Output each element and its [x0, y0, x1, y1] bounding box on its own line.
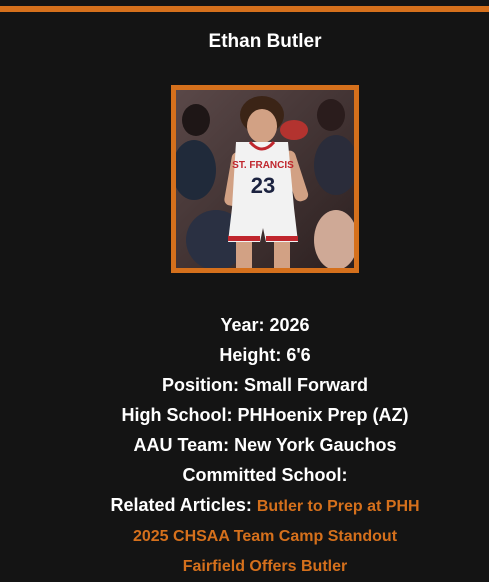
detail-high-school-value: PHHoenix Prep (AZ) [237, 405, 409, 425]
detail-aau-team-value: New York Gauchos [234, 435, 397, 455]
jersey-lettering: ST. FRANCIS [232, 160, 294, 171]
detail-year-value: 2026 [269, 315, 310, 335]
related-articles-label: Related Articles: [110, 495, 252, 515]
article-link-prep-at-phh[interactable]: Butler to Prep at PHH [257, 498, 420, 515]
related-article-row: Fairfield Offers Butler [0, 550, 489, 580]
detail-height: Height: 6'6 [0, 340, 489, 370]
detail-committed-school-label: Committed School: [182, 465, 348, 485]
article-link-chsaa-camp-standout[interactable]: 2025 CHSAA Team Camp Standout [133, 528, 397, 545]
player-name-heading: Ethan Butler [208, 31, 322, 52]
player-photo: ST. FRANCIS 23 [171, 85, 359, 273]
player-details: Year: 2026 Height: 6'6 Position: Small F… [0, 310, 489, 580]
detail-high-school: High School: PHHoenix Prep (AZ) [0, 400, 489, 430]
detail-position: Position: Small Forward [0, 370, 489, 400]
detail-position-label: Position: [161, 375, 239, 395]
jersey-number: 23 [251, 173, 275, 198]
detail-year: Year: 2026 [0, 310, 489, 340]
related-article-row: 2025 CHSAA Team Camp Standout [0, 520, 489, 550]
article-link-fairfield-offers[interactable]: Fairfield Offers Butler [183, 558, 347, 575]
detail-height-value: 6'6 [286, 345, 311, 365]
detail-position-value: Small Forward [243, 375, 369, 395]
player-photo-image: ST. FRANCIS 23 [176, 90, 354, 268]
detail-high-school-label: High School: [121, 405, 233, 425]
related-articles: Related Articles: Butler to Prep at PHH [0, 490, 489, 520]
detail-aau-team: AAU Team: New York Gauchos [0, 430, 489, 460]
detail-aau-team-label: AAU Team: [133, 435, 230, 455]
top-accent-bar [0, 6, 489, 12]
detail-committed-school: Committed School: [0, 460, 489, 490]
detail-height-label: Height: [219, 345, 282, 365]
detail-year-label: Year: [220, 315, 265, 335]
